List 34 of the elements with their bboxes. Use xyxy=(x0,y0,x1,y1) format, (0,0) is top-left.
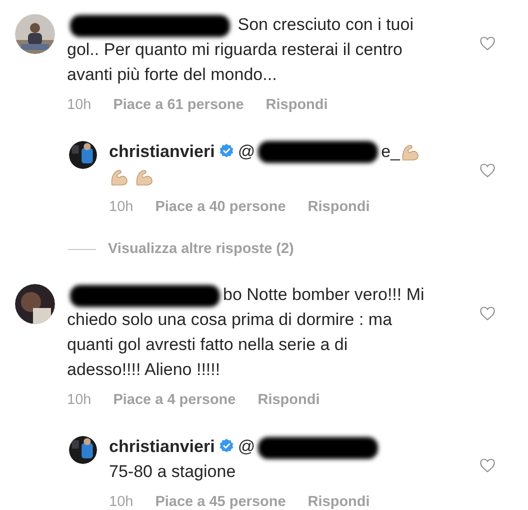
likes-link[interactable]: Piace a 4 persone xyxy=(113,390,236,412)
heart-icon[interactable] xyxy=(479,306,496,322)
likes-link[interactable]: Piace a 61 persone xyxy=(113,95,244,117)
flexed-arm-icon xyxy=(134,167,154,188)
username-fragment: bo xyxy=(223,285,242,304)
username[interactable]: christianvieri xyxy=(109,437,215,456)
timestamp: 10h xyxy=(109,493,134,510)
timestamp: 10h xyxy=(109,198,134,217)
reply-link[interactable]: Rispondi xyxy=(308,196,370,218)
comment-line: gol.. Per quanto mi riguarda resterai il centro xyxy=(67,40,402,59)
comment-line: chiedo solo una cosa prima di dormire : ma xyxy=(67,310,392,330)
comment-line: adesso!!!! Alieno !!!!! xyxy=(67,360,220,380)
flexed-arm-icon xyxy=(400,142,420,162)
heart-icon[interactable] xyxy=(479,162,496,178)
comment-line: avanti più forte del mondo... xyxy=(67,65,277,84)
flexed-arm-icon xyxy=(109,167,129,188)
reply-link[interactable]: Rispondi xyxy=(266,95,328,117)
likes-link[interactable]: Piace a 40 persone xyxy=(155,196,286,218)
comment-line: quanti gol avresti fatto nella serie a di xyxy=(67,335,348,354)
mention-link[interactable]: @ xyxy=(238,437,256,456)
timestamp: 10h xyxy=(67,96,92,115)
username[interactable]: christianvieri xyxy=(109,142,215,161)
timestamp: 10h xyxy=(67,391,92,410)
comment-line: Notte bomber vero!!! Mi xyxy=(246,285,424,304)
mention-link[interactable]: @ xyxy=(238,142,256,161)
heart-icon[interactable] xyxy=(479,458,496,473)
username-fragment: e_ xyxy=(381,142,400,161)
likes-link[interactable]: Piace a 45 persone xyxy=(155,492,286,510)
comment-line: 75-80 a stagione xyxy=(109,462,236,481)
view-more-replies-link[interactable]: Visualizza altre risposte (2) xyxy=(108,238,294,260)
reply-link[interactable]: Rispondi xyxy=(308,492,370,510)
comment-line: Son cresciuto con i tuoi xyxy=(236,15,414,34)
reply-link[interactable]: Rispondi xyxy=(258,390,320,412)
heart-icon[interactable] xyxy=(479,36,496,51)
